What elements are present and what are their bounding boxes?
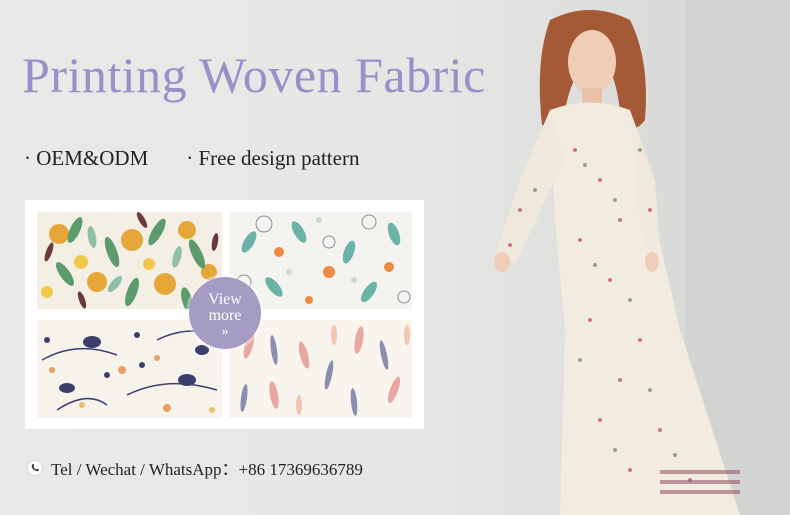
contact-info: Tel / Wechat / WhatsApp：+86 17369636789 — [27, 455, 363, 480]
feature-list: · OEM&ODM · Free design pattern — [24, 146, 359, 171]
chevron-double-right-icon: » — [221, 324, 229, 339]
phone-icon — [27, 459, 43, 476]
model-photo — [494, 0, 790, 515]
contact-text: Tel / Wechat / WhatsApp：+86 17369636789 — [51, 460, 363, 479]
headline: Printing Woven Fabric — [22, 47, 486, 103]
view-more-button[interactable]: View more » — [189, 277, 261, 349]
view-more-label-line2: more — [208, 307, 242, 324]
feature-oem-odm: · OEM&ODM — [24, 146, 149, 170]
feature-free-design: · Free design pattern — [186, 146, 360, 170]
view-more-label-line1: View — [208, 291, 242, 308]
